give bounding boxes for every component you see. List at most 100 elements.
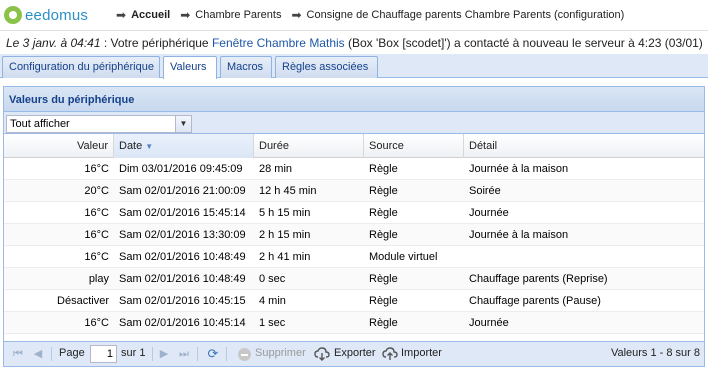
export-button[interactable]: Exporter (334, 347, 376, 359)
cell-source: Module virtuel (369, 251, 438, 263)
paging-summary: Valeurs 1 - 8 sur 8 (610, 347, 700, 359)
cell-date: Sam 02/01/2016 15:45:14 (119, 207, 246, 219)
cell-duree: 28 min (259, 163, 293, 175)
page-label: Page (59, 347, 85, 359)
breadcrumb: ➡ Accueil ➡ Chambre Parents ➡ Consigne d… (116, 8, 634, 22)
breadcrumb-home[interactable]: Accueil (131, 9, 170, 21)
column-header-date[interactable]: Date ▼ (114, 134, 254, 158)
cell-duree: 2 h 15 min (259, 229, 311, 241)
grid-body: 16°C Dim 03/01/2016 09:45:09 28 min Règle Jo… (4, 158, 704, 334)
column-header-label: Date (119, 140, 143, 152)
cell-source: Règle (369, 229, 398, 241)
last-page-icon[interactable]: ⏭ (176, 346, 192, 362)
cell-detail: Journée à la maison (469, 163, 569, 175)
table-row[interactable]: Désactiver Sam 02/01/2016 10:45:15 4 min Rè… (4, 290, 704, 312)
tab-bar: Configuration du périphérique Valeurs Ma… (0, 54, 708, 79)
cell-date: Sam 02/01/2016 21:00:09 (119, 185, 246, 197)
table-row[interactable]: 20°C Sam 02/01/2016 21:00:09 12 h 45 min Rè… (4, 180, 704, 202)
separator (152, 347, 153, 361)
cell-duree: 1 sec (259, 317, 286, 329)
filter-select[interactable]: Tout afficher ▼ (6, 115, 192, 133)
tab-regles[interactable]: Règles associées (275, 56, 378, 78)
tab-valeurs[interactable]: Valeurs (163, 56, 217, 79)
cell-detail (464, 246, 704, 268)
cell-detail: Chauffage parents (Pause) (469, 295, 601, 307)
eedomus-logo[interactable]: eedomus (4, 5, 88, 25)
cell-duree: 5 h 15 min (259, 207, 311, 219)
table-row[interactable]: 16°C Sam 02/01/2016 13:30:09 2 h 15 min Règ… (4, 224, 704, 246)
paging-toolbar: ⏮ ◀ Page 1 sur 1 ▶ ⏭ ⟳ Supprimer Exporte… (4, 341, 704, 366)
tab-macros[interactable]: Macros (220, 56, 272, 78)
cell-duree: 2 h 41 min (259, 251, 311, 263)
table-row[interactable]: 16°C Sam 02/01/2016 15:45:14 5 h 15 min Règ… (4, 202, 704, 224)
separator (197, 347, 198, 361)
panel-title: Valeurs du périphérique (4, 87, 704, 112)
app-header: eedomus ➡ Accueil ➡ Chambre Parents ➡ Co… (0, 0, 708, 30)
filter-select-value: Tout afficher (10, 118, 70, 130)
import-button[interactable]: Importer (401, 347, 442, 359)
cell-source: Règle (369, 185, 398, 197)
prev-page-icon[interactable]: ◀ (30, 346, 46, 362)
column-header-source[interactable]: Source (364, 134, 464, 158)
column-header-label: Source (369, 140, 404, 152)
cell-detail: Journée (469, 317, 509, 329)
cell-duree: 0 sec (259, 273, 286, 285)
cell-date: Sam 02/01/2016 10:45:14 (119, 317, 246, 329)
cell-valeur: 16°C (84, 251, 109, 263)
status-text: : Votre périphérique (100, 36, 212, 50)
cell-valeur: Désactiver (57, 295, 109, 307)
column-header-label: Valeur (77, 140, 108, 152)
status-text-end: (Box 'Box [scodet]') a contacté à nouvea… (344, 36, 703, 50)
page-count: sur 1 (121, 347, 146, 359)
cell-source: Règle (369, 273, 398, 285)
cell-source: Règle (369, 163, 398, 175)
column-header-detail[interactable]: Détail (464, 134, 704, 158)
chevron-down-icon[interactable]: ▼ (175, 116, 191, 132)
status-device-link[interactable]: Fenêtre Chambre Mathis (212, 36, 345, 50)
status-message: Le 3 janv. à 04:41 : Votre périphérique … (0, 30, 708, 54)
cell-date: Dim 03/01/2016 09:45:09 (119, 163, 243, 175)
cell-duree: 4 min (259, 295, 286, 307)
sort-desc-icon: ▼ (145, 142, 154, 151)
cell-detail: Journée à la maison (469, 229, 569, 241)
next-page-icon[interactable]: ▶ (156, 346, 172, 362)
delete-button[interactable]: Supprimer (255, 347, 306, 359)
export-icon (314, 347, 330, 361)
separator (51, 347, 52, 361)
cell-detail: Journée (469, 207, 509, 219)
refresh-icon[interactable]: ⟳ (205, 346, 221, 362)
cell-date: Sam 02/01/2016 10:45:15 (119, 295, 246, 307)
table-row[interactable]: 16°C Sam 02/01/2016 10:48:49 2 h 41 min Mod… (4, 246, 704, 268)
values-panel: Valeurs du périphérique Tout afficher ▼ … (3, 86, 705, 367)
column-header-duree[interactable]: Durée (254, 134, 364, 158)
table-row[interactable]: 16°C Sam 02/01/2016 10:45:14 1 sec Règle Jou… (4, 312, 704, 334)
table-row[interactable]: 16°C Dim 03/01/2016 09:45:09 28 min Règle Jo… (4, 158, 704, 180)
grid-header: Valeur Date ▼ Durée Source Détail (4, 134, 704, 158)
cell-valeur: 16°C (84, 207, 109, 219)
tab-configuration[interactable]: Configuration du périphérique (2, 56, 160, 78)
status-timestamp: Le 3 janv. à 04:41 (6, 36, 101, 50)
cell-valeur: 16°C (84, 163, 109, 175)
breadcrumb-arrow-icon: ➡ (291, 8, 302, 22)
cell-source: Règle (369, 295, 398, 307)
cell-date: Sam 02/01/2016 13:30:09 (119, 229, 246, 241)
cell-valeur: 16°C (84, 229, 109, 241)
page-input[interactable]: 1 (90, 345, 117, 363)
cell-detail: Soirée (469, 185, 501, 197)
breadcrumb-room[interactable]: Chambre Parents (195, 9, 281, 21)
logo-text: eedomus (25, 6, 89, 24)
column-header-label: Détail (469, 140, 498, 152)
cell-source: Règle (369, 317, 398, 329)
cell-duree: 12 h 45 min (259, 185, 317, 197)
table-row[interactable]: play Sam 02/01/2016 10:48:49 0 sec Règle Cha… (4, 268, 704, 290)
separator (226, 347, 227, 361)
cell-detail: Chauffage parents (Reprise) (469, 273, 608, 285)
column-header-label: Durée (259, 140, 289, 152)
breadcrumb-arrow-icon: ➡ (180, 8, 191, 22)
cell-date: Sam 02/01/2016 10:48:49 (119, 273, 246, 285)
first-page-icon[interactable]: ⏮ (10, 346, 26, 362)
column-header-valeur[interactable]: Valeur (4, 134, 114, 158)
cell-valeur: 16°C (84, 317, 109, 329)
breadcrumb-device[interactable]: Consigne de Chauffage parents Chambre Pa… (307, 9, 625, 21)
cell-valeur: 20°C (84, 185, 109, 197)
